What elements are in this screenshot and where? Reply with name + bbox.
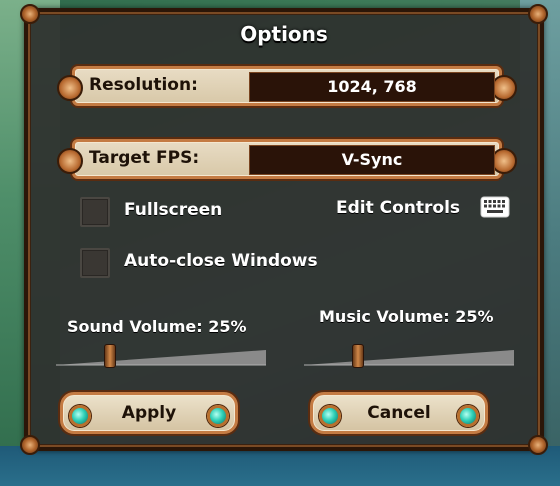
sound-volume-track — [56, 350, 266, 366]
resolution-value-box[interactable]: 1024, 768 — [249, 72, 495, 102]
music-volume-label: Music Volume: 25% — [319, 307, 494, 326]
auto-close-windows-label[interactable]: Auto-close Windows — [124, 251, 318, 271]
target-fps-value: V-Sync — [341, 150, 403, 169]
music-volume-slider[interactable] — [304, 344, 514, 368]
resolution-dropdown[interactable]: Resolution: 1024, 768 — [57, 66, 517, 106]
corner-ornament — [20, 4, 40, 24]
resolution-label: Resolution: — [89, 75, 198, 95]
corner-ornament — [528, 4, 548, 24]
corner-ornament — [528, 435, 548, 455]
resolution-value: 1024, 768 — [327, 77, 417, 96]
corner-ornament — [20, 435, 40, 455]
options-window: Options Resolution: 1024, 768 Target FPS… — [20, 4, 548, 455]
sound-volume-label: Sound Volume: 25% — [67, 317, 247, 336]
music-volume-track — [304, 350, 514, 366]
keyboard-icon[interactable] — [480, 196, 510, 218]
background-water — [0, 446, 560, 486]
target-fps-dropdown[interactable]: Target FPS: V-Sync — [57, 139, 517, 179]
target-fps-label: Target FPS: — [89, 148, 200, 168]
auto-close-windows-checkbox[interactable] — [80, 248, 110, 278]
target-fps-value-box[interactable]: V-Sync — [249, 145, 495, 175]
music-volume-handle[interactable] — [351, 344, 364, 368]
apply-button[interactable]: Apply — [60, 392, 238, 434]
cancel-button-label: Cancel — [367, 403, 431, 423]
sound-volume-slider[interactable] — [56, 344, 266, 368]
ornament-icon — [57, 75, 83, 101]
window-title: Options — [240, 22, 328, 46]
sound-volume-handle[interactable] — [103, 344, 116, 368]
fullscreen-checkbox[interactable] — [80, 197, 110, 227]
fullscreen-label[interactable]: Fullscreen — [124, 200, 222, 220]
apply-button-label: Apply — [121, 403, 177, 423]
cancel-button[interactable]: Cancel — [310, 392, 488, 434]
ornament-icon — [57, 148, 83, 174]
edit-controls-label[interactable]: Edit Controls — [336, 198, 460, 218]
